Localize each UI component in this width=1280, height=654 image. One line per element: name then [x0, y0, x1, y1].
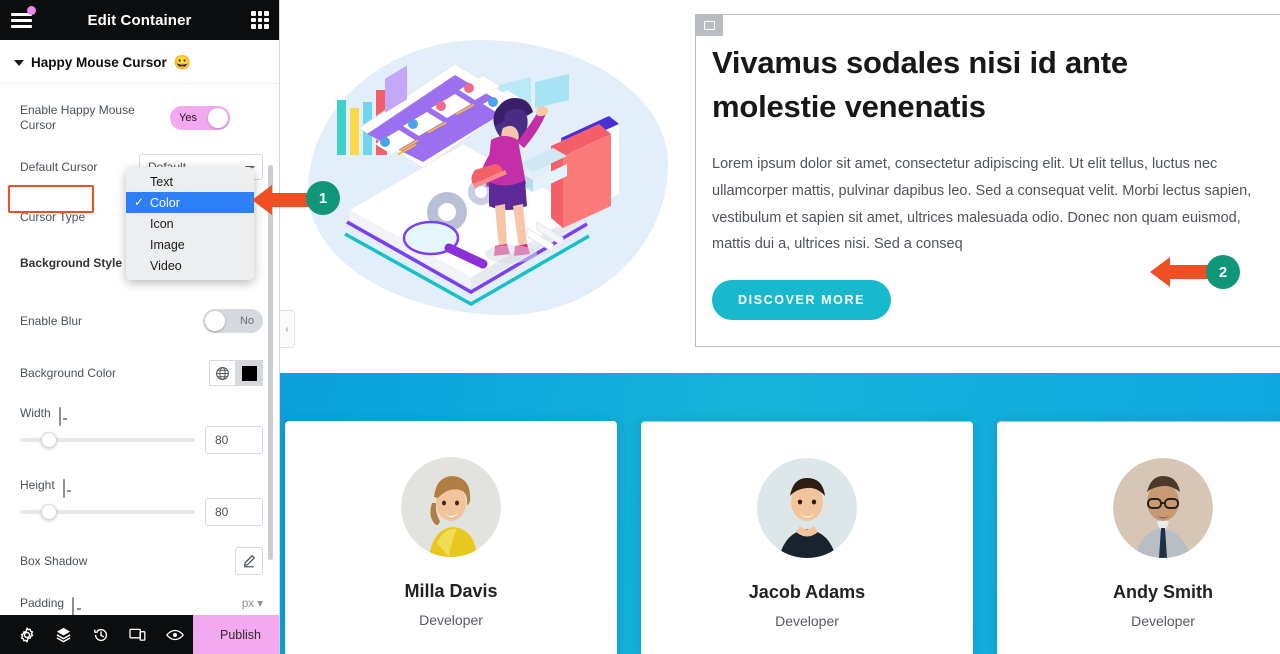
dropdown-option-icon[interactable]: Icon — [126, 213, 254, 234]
width-label: Width — [20, 406, 51, 420]
team-member-role: Developer — [419, 612, 483, 628]
cursor-type-dropdown-menu: Text ✓ Color Icon Image Video — [126, 167, 254, 280]
sidebar-scrollbar[interactable] — [268, 165, 273, 560]
smiley-icon: 😀 — [173, 54, 192, 70]
container-handle-icon[interactable] — [695, 14, 723, 36]
height-input[interactable]: 80 — [205, 498, 263, 526]
enable-blur-label: Enable Blur — [20, 313, 83, 328]
page-canvas: ‹ Vivamus sodales nisi id ante molestie … — [280, 0, 1280, 654]
toggle-value: No — [239, 315, 254, 327]
control-height-label-row: Height — [0, 468, 279, 498]
width-slider[interactable] — [20, 432, 195, 448]
dropdown-option-video[interactable]: Video — [126, 255, 254, 276]
team-card[interactable]: Jacob Adams Developer — [641, 421, 973, 654]
settings-icon[interactable] — [8, 615, 45, 654]
panel-title: Edit Container — [87, 11, 192, 29]
width-input[interactable]: 80 — [205, 426, 263, 454]
team-card[interactable]: Milla Davis Developer — [285, 421, 617, 654]
background-color-label: Background Color — [20, 365, 117, 380]
layers-icon[interactable] — [45, 615, 82, 654]
team-member-role: Developer — [775, 613, 839, 629]
control-box-shadow: Box Shadow — [0, 544, 279, 578]
hamburger-icon[interactable] — [10, 6, 36, 31]
control-width-label-row: Width — [0, 396, 279, 426]
desktop-icon[interactable] — [62, 478, 76, 498]
grid-icon[interactable] — [251, 11, 269, 29]
editor-sidebar-panel: Edit Container Happy Mouse Cursor 😀 Enab… — [0, 0, 280, 654]
control-width: 80 — [0, 426, 279, 454]
team-cards: Milla Davis Developer Jacob Adams Develo… — [285, 421, 1280, 654]
team-section: Milla Davis Developer Jacob Adams Develo… — [280, 373, 1280, 654]
responsive-icon[interactable] — [119, 615, 156, 654]
padding-label: Padding — [20, 596, 65, 610]
section-title: Happy Mouse Cursor — [31, 55, 167, 70]
color-swatch — [242, 365, 257, 381]
history-icon[interactable] — [82, 615, 119, 654]
hero-paragraph: Lorem ipsum dolor sit amet, consectetur … — [712, 156, 1252, 253]
globe-icon[interactable] — [209, 360, 236, 386]
toggle-knob — [205, 311, 225, 331]
box-shadow-label: Box Shadow — [20, 553, 88, 568]
team-card[interactable]: Andy Smith Developer — [997, 421, 1280, 654]
enable-blur-toggle[interactable]: No — [203, 309, 263, 333]
hero-illustration-column — [280, 0, 695, 373]
hero-text-container[interactable]: Vivamus sodales nisi id ante molestie ve… — [695, 14, 1280, 347]
panel-collapse-handle[interactable]: ‹ — [280, 310, 295, 348]
section-happy-mouse-cursor[interactable]: Happy Mouse Cursor 😀 — [0, 40, 279, 84]
preview-icon[interactable] — [156, 615, 193, 654]
panel-header: Edit Container — [0, 0, 279, 40]
check-icon: ✓ — [134, 195, 145, 209]
publish-button[interactable]: Publish — [193, 615, 279, 654]
toggle-value: Yes — [179, 112, 197, 124]
height-slider[interactable] — [20, 504, 195, 520]
team-member-name: Milla Davis — [404, 581, 498, 601]
isometric-illustration — [336, 62, 619, 306]
annotation-badge-1: 1 — [306, 181, 340, 215]
slider-handle[interactable] — [41, 504, 57, 520]
control-enable-blur: Enable Blur No — [0, 304, 279, 338]
enable-cursor-label: Enable Happy Mouse Cursor — [20, 103, 135, 132]
elementor-editor-screen: Edit Container Happy Mouse Cursor 😀 Enab… — [0, 0, 1280, 654]
team-member-name: Andy Smith — [1112, 582, 1213, 602]
height-label: Height — [20, 478, 55, 492]
avatar — [401, 457, 501, 557]
team-member-role: Developer — [1131, 613, 1195, 629]
slider-handle[interactable] — [41, 432, 57, 448]
toggle-knob — [208, 108, 228, 128]
bottom-bar-tools — [0, 615, 193, 654]
dropdown-option-label: Color — [150, 195, 180, 210]
color-swatch-button[interactable] — [236, 360, 263, 386]
control-padding-header: Padding px ▾ — [0, 588, 279, 616]
editor-bottom-bar: Publish — [0, 615, 279, 654]
pencil-icon[interactable] — [235, 547, 263, 575]
dropdown-option-color[interactable]: ✓ Color — [126, 192, 254, 213]
dropdown-option-image[interactable]: Image — [126, 234, 254, 255]
desktop-icon[interactable] — [58, 406, 72, 426]
control-height: 80 — [0, 498, 279, 526]
avatar — [757, 458, 857, 558]
chevron-down-icon — [14, 59, 24, 66]
control-enable-happy-mouse-cursor: Enable Happy Mouse Cursor Yes — [0, 96, 279, 140]
discover-more-button[interactable]: DISCOVER MORE — [712, 280, 892, 321]
page-title: Vivamus sodales nisi id ante molestie ve… — [712, 45, 1128, 125]
default-cursor-label: Default Cursor — [20, 159, 98, 174]
annotation-arrow-2 — [1150, 257, 1212, 287]
background-color-controls — [209, 360, 263, 386]
desktop-icon[interactable] — [72, 596, 85, 616]
padding-unit-select[interactable]: px ▾ — [242, 596, 263, 610]
avatar — [1113, 458, 1213, 558]
dropdown-option-text[interactable]: Text — [126, 171, 254, 192]
team-member-name: Jacob Adams — [748, 582, 866, 602]
enable-cursor-toggle[interactable]: Yes — [170, 106, 230, 130]
hero-section: Vivamus sodales nisi id ante molestie ve… — [280, 0, 1280, 373]
annotation-badge-2: 2 — [1206, 255, 1240, 289]
control-background-color: Background Color — [0, 356, 279, 390]
notification-dot — [27, 6, 36, 15]
